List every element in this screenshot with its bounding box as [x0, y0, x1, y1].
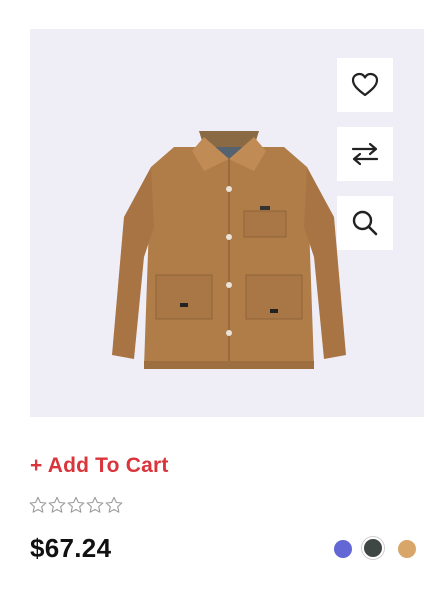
color-swatches: [334, 536, 424, 562]
product-image[interactable]: [30, 29, 424, 417]
arrows-swap-icon: [351, 142, 379, 166]
product-price: $67.24: [30, 533, 112, 563]
star-icon: [67, 496, 85, 513]
heart-icon: [351, 72, 379, 97]
magnifier-icon: [352, 210, 378, 236]
add-to-cart-button[interactable]: + Add To Cart: [30, 454, 169, 478]
color-swatch-blue[interactable]: [334, 540, 352, 558]
star-icon: [29, 496, 47, 513]
star-icon: [105, 496, 123, 513]
star-rating: [29, 496, 123, 514]
compare-button[interactable]: [337, 127, 393, 181]
product-card: + Add To Cart $67.24: [0, 0, 444, 590]
quick-view-button[interactable]: [337, 196, 393, 250]
star-icon: [86, 496, 104, 513]
jacket-image: [112, 131, 346, 369]
color-swatch-tan[interactable]: [398, 540, 416, 558]
wishlist-button[interactable]: [337, 58, 393, 112]
color-swatch-dark-green-selected[interactable]: [361, 536, 385, 560]
swatch-fill: [364, 539, 382, 557]
star-icon: [48, 496, 66, 513]
